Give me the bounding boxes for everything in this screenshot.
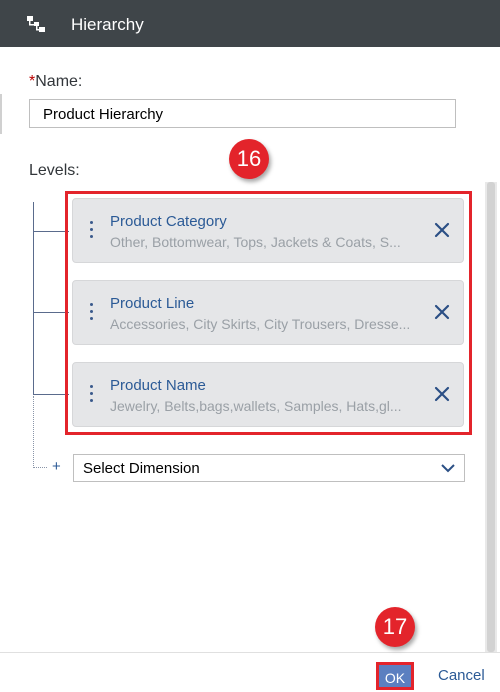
annotation-badge-16: 16 [229, 139, 269, 179]
dialog-footer [0, 652, 500, 692]
levels-highlight-box [65, 191, 472, 435]
left-edge-marker [0, 94, 2, 134]
cancel-button[interactable]: Cancel [438, 667, 485, 684]
tree-branch [33, 312, 69, 313]
chevron-down-icon [441, 464, 455, 473]
annotation-badge-17: 17 [375, 607, 415, 647]
hierarchy-icon [27, 16, 45, 32]
select-dimension-value: Select Dimension [83, 460, 200, 477]
tree-dotted-branch [33, 467, 47, 468]
tree-dotted-connector [33, 396, 34, 466]
tree-branch [33, 231, 69, 232]
dialog-title: Hierarchy [71, 15, 144, 34]
tree-branch [33, 394, 69, 395]
dialog-header: Hierarchy [0, 0, 500, 47]
scrollbar-thumb[interactable] [487, 182, 495, 652]
ok-button[interactable]: OK [376, 662, 414, 690]
name-input[interactable]: Product Hierarchy [29, 99, 456, 128]
plus-icon[interactable]: + [52, 458, 61, 475]
select-dimension-dropdown[interactable]: Select Dimension [73, 454, 465, 482]
name-label: *Name: [29, 73, 83, 90]
levels-label: Levels: [29, 162, 80, 179]
